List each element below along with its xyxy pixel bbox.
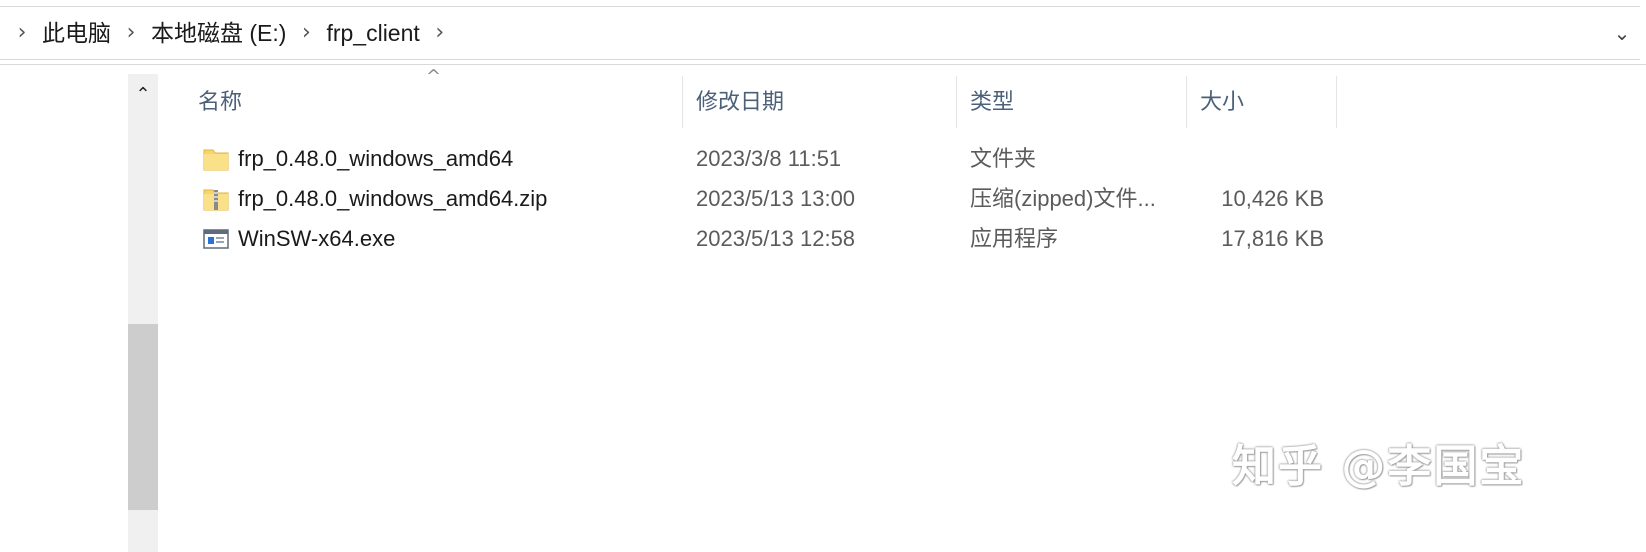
breadcrumb-drive-e[interactable]: 本地磁盘 (E:)	[145, 18, 292, 48]
watermark: 知乎 @李国宝	[1232, 441, 1526, 492]
file-modified-date: 2023/5/13 12:58	[696, 226, 856, 251]
file-row[interactable]: WinSW-x64.exe 2023/5/13 12:58 应用程序 17,81…	[196, 219, 1346, 259]
breadcrumb-this-pc[interactable]: 此电脑	[36, 18, 117, 48]
chevron-right-icon[interactable]: ›	[426, 18, 454, 48]
file-size: 10,426 KB	[1221, 186, 1324, 211]
column-header-name[interactable]: 名称	[184, 76, 682, 128]
address-bar: › 此电脑 › 本地磁盘 (E:) › frp_client › ⌄	[0, 0, 1646, 65]
file-modified-date: 2023/3/8 11:51	[696, 146, 842, 171]
chevron-right-icon[interactable]: ›	[117, 18, 145, 48]
chevron-right-icon[interactable]: ›	[292, 18, 320, 48]
file-name[interactable]: frp_0.48.0_windows_amd64.zip	[238, 179, 547, 219]
column-header-type[interactable]: 类型	[956, 76, 1186, 128]
vertical-scrollbar[interactable]: ⌃	[128, 74, 158, 552]
column-header-modified[interactable]: 修改日期	[682, 76, 956, 128]
file-size: 17,816 KB	[1221, 226, 1324, 251]
chevron-down-icon[interactable]: ⌄	[1604, 18, 1640, 48]
breadcrumb: › 此电脑 › 本地磁盘 (E:) › frp_client ›	[8, 18, 454, 48]
column-header-size[interactable]: 大小	[1186, 76, 1336, 128]
file-row[interactable]: frp_0.48.0_windows_amd64 2023/3/8 11:51 …	[196, 139, 1346, 179]
file-name[interactable]: WinSW-x64.exe	[238, 219, 395, 259]
scroll-up-arrow-icon[interactable]: ⌃	[128, 78, 158, 112]
breadcrumb-frp-client[interactable]: frp_client	[320, 18, 425, 48]
file-row[interactable]: frp_0.48.0_windows_amd64.zip 2023/5/13 1…	[196, 179, 1346, 219]
file-type: 应用程序	[970, 226, 1059, 251]
file-size	[1186, 139, 1324, 179]
zip-folder-icon	[203, 189, 229, 211]
application-icon	[203, 229, 229, 249]
scrollbar-thumb[interactable]	[128, 324, 158, 510]
file-name[interactable]: frp_0.48.0_windows_amd64	[238, 139, 513, 179]
folder-icon	[203, 149, 229, 171]
column-divider[interactable]	[1336, 76, 1337, 128]
file-type: 文件夹	[970, 146, 1037, 171]
file-modified-date: 2023/5/13 13:00	[696, 186, 856, 211]
file-type: 压缩(zipped)文件...	[970, 186, 1156, 211]
chevron-right-icon[interactable]: ›	[8, 18, 36, 48]
